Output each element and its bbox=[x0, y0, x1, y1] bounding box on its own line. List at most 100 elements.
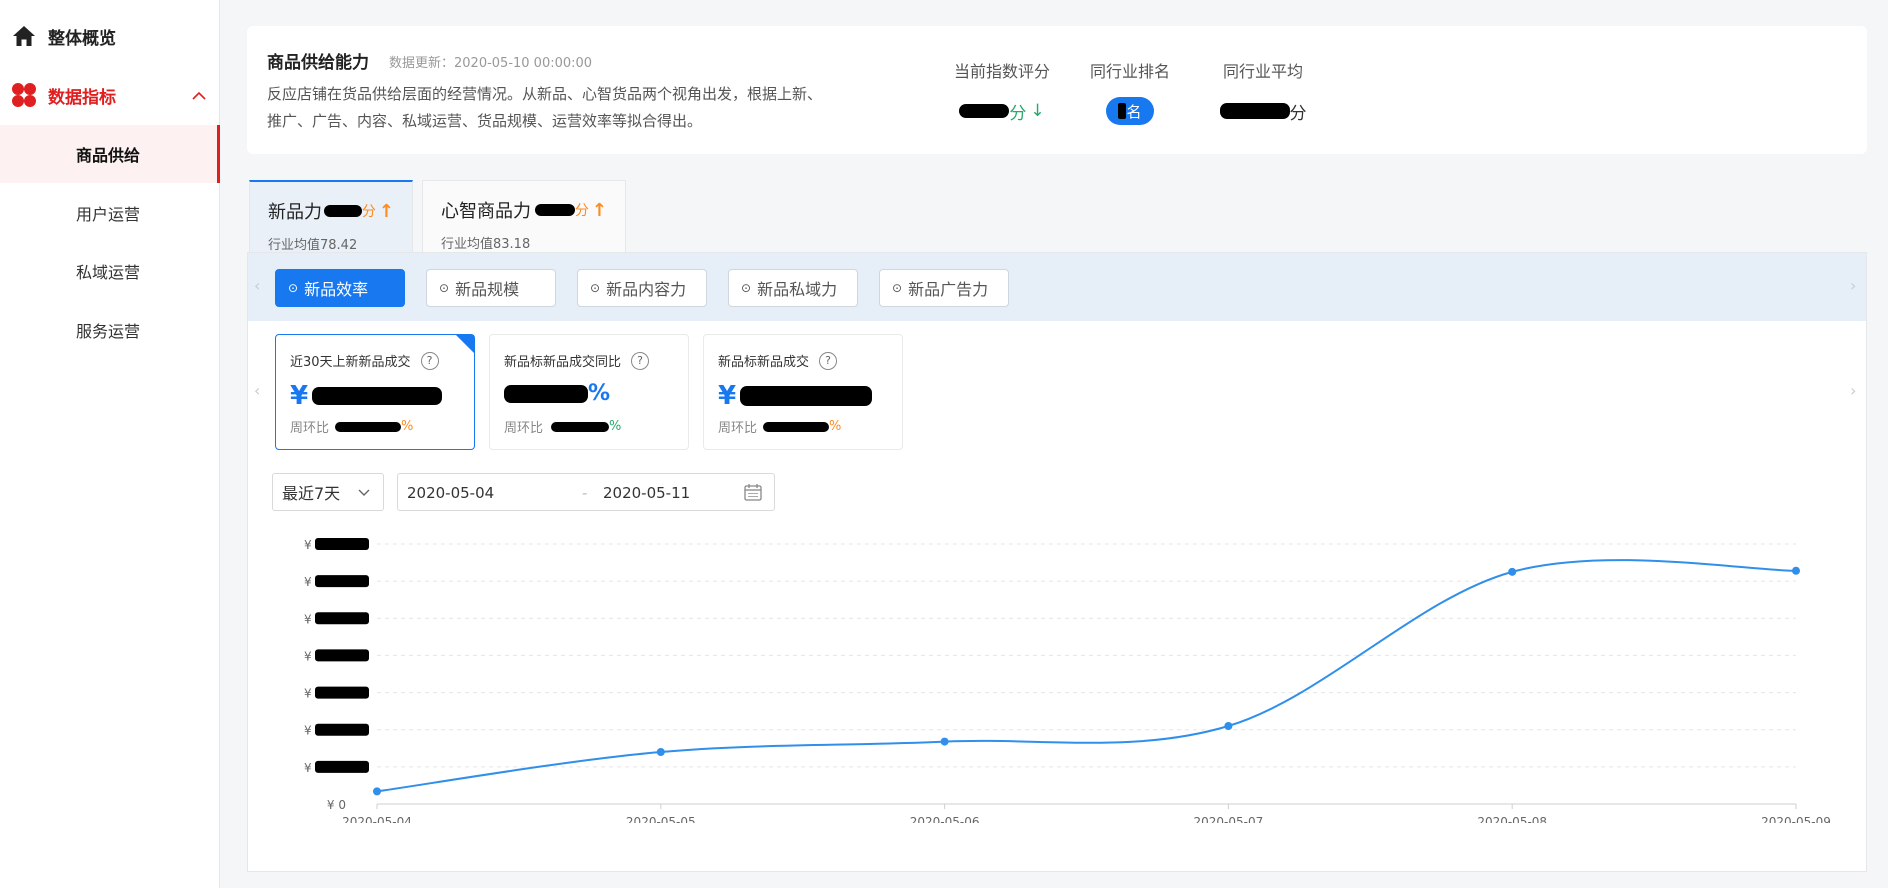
redacted-tick-value bbox=[315, 723, 369, 736]
subtab-label: 新品私域力 bbox=[757, 280, 838, 299]
subtab-new-private[interactable]: ⊙ 新品私域力 bbox=[728, 269, 858, 307]
help-icon[interactable]: ? bbox=[420, 351, 439, 370]
subtab-label: 新品广告力 bbox=[908, 280, 989, 299]
kpi-card-new-tag-sales[interactable]: 新品标新品成交? ¥ 周环比% bbox=[703, 334, 903, 450]
kpi-card-new-sales-30d[interactable]: 近30天上新新品成交? ¥ 周环比% bbox=[275, 334, 475, 450]
x-tick-label: 2020-05-05 bbox=[626, 815, 696, 823]
redacted-tick-value bbox=[315, 538, 369, 550]
supply-summary-card: 商品供给能力 数据更新：2020-05-10 00:00:00 反应店铺在货品供… bbox=[247, 26, 1867, 154]
help-icon[interactable]: ? bbox=[631, 351, 650, 370]
industry-average-label: 同行业平均 bbox=[1222, 62, 1303, 81]
sidebar-item-label: 私域运营 bbox=[76, 263, 141, 282]
y-tick-label: ¥ bbox=[304, 649, 312, 663]
cube-icon: ⊙ bbox=[892, 281, 903, 295]
redacted-tick-value bbox=[315, 575, 369, 588]
selected-corner bbox=[456, 335, 474, 353]
scroll-left-icon[interactable]: ‹ bbox=[254, 276, 260, 295]
series-line bbox=[376, 559, 1797, 793]
x-tick-label: 2020-05-04 bbox=[342, 815, 412, 823]
y-tick-label: ¥ bbox=[304, 575, 312, 589]
redacted-tick-value bbox=[315, 649, 369, 662]
sidebar-item-service-ops[interactable]: 服务运营 bbox=[0, 301, 220, 359]
scroll-right-icon[interactable]: › bbox=[1850, 276, 1856, 295]
x-tick-label: 2020-05-09 bbox=[1761, 815, 1831, 823]
cube-icon: ⊙ bbox=[741, 281, 752, 295]
sidebar-item-label: 商品供给 bbox=[76, 146, 141, 165]
redacted-value bbox=[763, 421, 830, 432]
range-select[interactable]: 最近7天 bbox=[272, 473, 384, 511]
cube-icon: ⊙ bbox=[590, 281, 601, 295]
chevron-up-icon[interactable] bbox=[192, 86, 206, 106]
subtab-new-scale[interactable]: ⊙ 新品规模 bbox=[426, 269, 556, 307]
calendar-icon[interactable] bbox=[743, 482, 763, 506]
sales-line-chart: ¥ ¥ ¥ ¥ ¥ ¥ ¥ ¥ 0 2020-05-04 2020-05-05 2020-05-06… bbox=[304, 538, 1831, 823]
sidebar: 整体概览 数据指标 商品供给 用户运营 私域运营 服务运营 bbox=[0, 0, 220, 888]
range-select-value: 最近7天 bbox=[282, 484, 341, 503]
redacted-value bbox=[1219, 103, 1290, 119]
help-icon[interactable]: ? bbox=[819, 351, 838, 370]
cube-icon: ⊙ bbox=[439, 281, 450, 295]
tab-industry-average: 行业均值78.42 bbox=[268, 238, 358, 253]
sidebar-item-goods-supply[interactable]: 商品供给 bbox=[0, 125, 220, 183]
update-time: 数据更新：2020-05-10 00:00:00 bbox=[389, 56, 593, 71]
tab-unit: 分 bbox=[361, 204, 376, 220]
x-tick-label: 2020-05-08 bbox=[1477, 815, 1547, 823]
redacted-value bbox=[324, 205, 362, 217]
clover-icon bbox=[11, 82, 37, 108]
cube-icon: ⊙ bbox=[288, 281, 299, 295]
nav-overview[interactable]: 整体概览 bbox=[0, 11, 220, 61]
rank-badge: 名 bbox=[1106, 97, 1154, 125]
tab-new-product-power[interactable]: 新品力 分 ↑ 行业均值78.42 bbox=[249, 180, 413, 254]
sidebar-item-private-ops[interactable]: 私域运营 bbox=[0, 242, 220, 300]
nav-data-metrics[interactable]: 数据指标 bbox=[0, 70, 220, 120]
chevron-down-icon bbox=[357, 484, 371, 503]
home-icon bbox=[11, 23, 37, 49]
data-point bbox=[1224, 722, 1233, 730]
data-point bbox=[373, 787, 381, 796]
redacted-tick-value bbox=[315, 686, 369, 699]
subtab-label: 新品效率 bbox=[304, 280, 369, 299]
industry-average: 同行业平均 分 bbox=[1208, 58, 1318, 126]
industry-rank-label: 同行业排名 bbox=[1089, 62, 1170, 81]
subtab-new-ads[interactable]: ⊙ 新品广告力 bbox=[879, 269, 1009, 307]
sidebar-item-user-ops[interactable]: 用户运营 bbox=[0, 184, 220, 242]
redacted-value bbox=[535, 204, 575, 216]
redacted-tick-value bbox=[315, 760, 369, 773]
description: 反应店铺在货品供给层面的经营情况。从新品、心智货品两个视角出发，根据上新、推广、… bbox=[267, 85, 823, 130]
start-date[interactable]: 2020-05-04 bbox=[407, 484, 494, 502]
kpi-prefix: ¥ bbox=[290, 381, 309, 411]
kpi-scroll-right-icon[interactable]: › bbox=[1850, 381, 1856, 400]
y-tick-label: ¥ bbox=[304, 724, 312, 738]
redacted-tick-value bbox=[315, 612, 369, 625]
x-tick-label: 2020-05-07 bbox=[1194, 815, 1264, 823]
tab-unit: 分 bbox=[574, 203, 589, 219]
redacted-value bbox=[335, 421, 402, 432]
redacted-value bbox=[551, 421, 610, 432]
rank-unit: 名 bbox=[1126, 102, 1142, 121]
end-date[interactable]: 2020-05-11 bbox=[603, 484, 690, 502]
kpi-comp-unit: % bbox=[609, 419, 622, 434]
redacted-value bbox=[312, 387, 443, 405]
arrow-up-icon: ↑ bbox=[591, 199, 607, 221]
kpi-comp-label: 周环比 bbox=[718, 421, 758, 436]
kpi-label: 新品标新品成交同比 bbox=[504, 355, 622, 370]
subtab-new-content[interactable]: ⊙ 新品内容力 bbox=[577, 269, 707, 307]
kpi-card-new-sales-yoy[interactable]: 新品标新品成交同比? % 周环比% bbox=[489, 334, 689, 450]
subtab-label: 新品规模 bbox=[455, 280, 520, 299]
sidebar-item-label: 用户运营 bbox=[76, 205, 141, 224]
date-range-picker[interactable]: 2020-05-04 - 2020-05-11 bbox=[397, 473, 775, 511]
y-tick-label: ¥ 0 bbox=[327, 798, 346, 812]
y-tick-label: ¥ bbox=[304, 687, 312, 701]
industry-average-unit: 分 bbox=[1289, 103, 1307, 124]
current-score-label: 当前指数评分 bbox=[953, 62, 1050, 81]
sidebar-item-label: 服务运营 bbox=[76, 322, 141, 341]
industry-rank: 同行业排名 名 bbox=[1080, 58, 1180, 126]
data-point bbox=[656, 748, 665, 756]
subtab-new-efficiency[interactable]: ⊙ 新品效率 bbox=[275, 269, 405, 307]
kpi-scroll-left-icon[interactable]: ‹ bbox=[254, 381, 260, 400]
kpi-label: 新品标新品成交 bbox=[718, 355, 810, 370]
redacted-value bbox=[1118, 103, 1127, 119]
subtab-label: 新品内容力 bbox=[606, 280, 687, 299]
tab-mind-product-power[interactable]: 心智商品力 分 ↑ 行业均值83.18 bbox=[422, 180, 626, 254]
kpi-label: 近30天上新新品成交 bbox=[290, 355, 411, 370]
